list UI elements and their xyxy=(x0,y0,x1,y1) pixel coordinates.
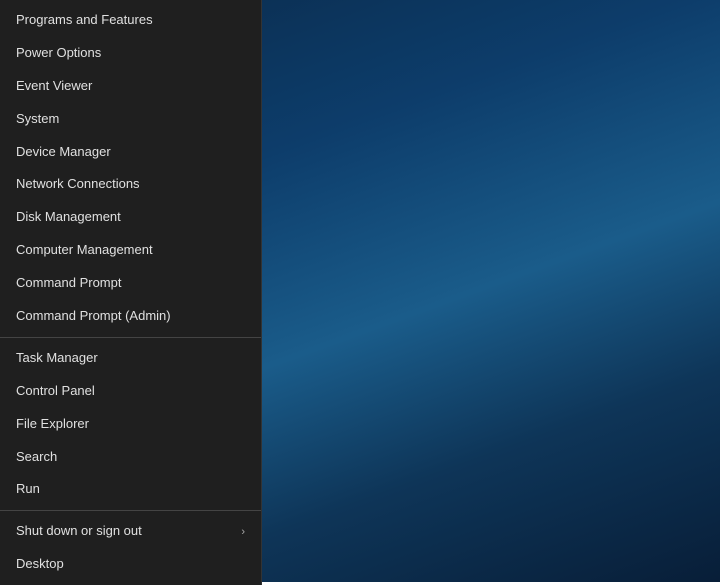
menu-item-system[interactable]: System xyxy=(0,103,261,136)
menu-separator xyxy=(0,510,261,511)
menu-item-label-network-connections: Network Connections xyxy=(16,176,140,193)
menu-item-label-device-manager: Device Manager xyxy=(16,144,111,161)
menu-item-label-programs-and-features: Programs and Features xyxy=(16,12,153,29)
context-menu: Programs and Features Power Options Event … xyxy=(0,0,262,585)
menu-item-label-run: Run xyxy=(16,481,40,498)
menu-item-programs-and-features[interactable]: Programs and Features xyxy=(0,4,261,37)
menu-item-computer-management[interactable]: Computer Management xyxy=(0,234,261,267)
menu-item-power-options[interactable]: Power Options xyxy=(0,37,261,70)
menu-item-event-viewer[interactable]: Event Viewer xyxy=(0,70,261,103)
menu-item-label-shut-down-sign-out: Shut down or sign out xyxy=(16,523,142,540)
menu-item-desktop[interactable]: Desktop xyxy=(0,548,261,581)
menu-item-shut-down-sign-out[interactable]: Shut down or sign out › xyxy=(0,515,261,548)
menu-item-label-command-prompt-admin: Command Prompt (Admin) xyxy=(16,308,171,325)
menu-item-command-prompt[interactable]: Command Prompt xyxy=(0,267,261,300)
menu-item-label-disk-management: Disk Management xyxy=(16,209,121,226)
menu-item-device-manager[interactable]: Device Manager xyxy=(0,136,261,169)
menu-separator xyxy=(0,337,261,338)
menu-item-label-file-explorer: File Explorer xyxy=(16,416,89,433)
menu-item-label-control-panel: Control Panel xyxy=(16,383,95,400)
menu-item-label-search: Search xyxy=(16,449,57,466)
menu-item-control-panel[interactable]: Control Panel xyxy=(0,375,261,408)
menu-item-label-event-viewer: Event Viewer xyxy=(16,78,92,95)
menu-item-label-task-manager: Task Manager xyxy=(16,350,98,367)
menu-item-label-command-prompt: Command Prompt xyxy=(16,275,121,292)
chevron-right-icon: › xyxy=(241,525,245,539)
menu-item-task-manager[interactable]: Task Manager xyxy=(0,342,261,375)
menu-item-run[interactable]: Run xyxy=(0,473,261,506)
menu-item-network-connections[interactable]: Network Connections xyxy=(0,168,261,201)
menu-item-label-system: System xyxy=(16,111,59,128)
menu-item-command-prompt-admin[interactable]: Command Prompt (Admin) xyxy=(0,300,261,333)
menu-item-label-desktop: Desktop xyxy=(16,556,64,573)
menu-item-file-explorer[interactable]: File Explorer xyxy=(0,408,261,441)
menu-item-label-computer-management: Computer Management xyxy=(16,242,153,259)
menu-item-label-power-options: Power Options xyxy=(16,45,101,62)
menu-item-search[interactable]: Search xyxy=(0,441,261,474)
menu-item-disk-management[interactable]: Disk Management xyxy=(0,201,261,234)
